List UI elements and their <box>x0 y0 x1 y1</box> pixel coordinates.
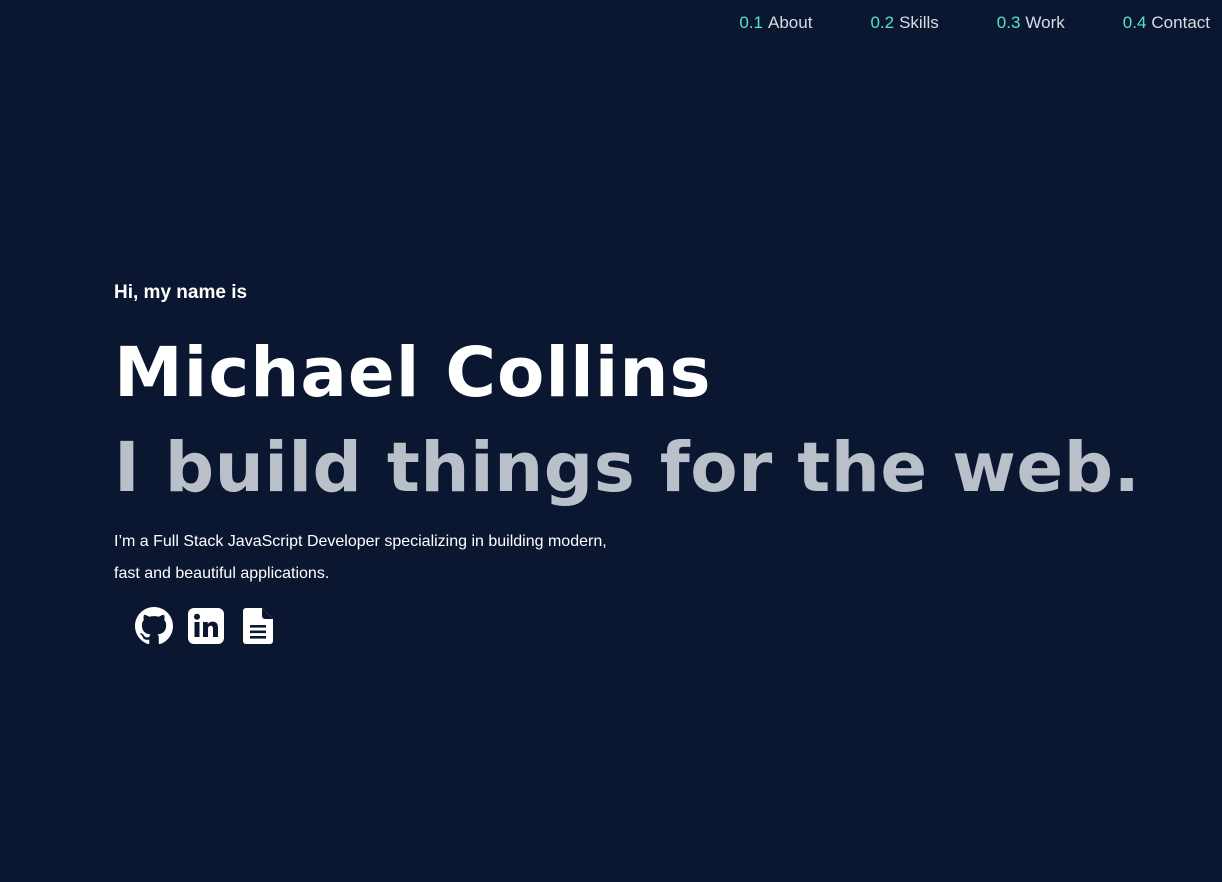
github-link[interactable] <box>134 606 174 646</box>
hero-description: I’m a Full Stack JavaScript Developer sp… <box>114 533 607 582</box>
document-icon <box>243 608 273 644</box>
nav-number: 0.3 <box>996 13 1021 32</box>
nav-label: Contact <box>1151 13 1210 32</box>
resume-link[interactable] <box>238 606 278 646</box>
nav-item-work[interactable]: 0.3 Work <box>997 12 1065 34</box>
social-links <box>134 606 1114 646</box>
nav-item-skills[interactable]: 0.2 Skills <box>870 12 938 34</box>
hero-tagline: I build things for the web. <box>114 428 1141 508</box>
hero-name: Michael Collins <box>114 333 712 413</box>
nav-number: 0.2 <box>870 13 895 32</box>
hero-section: Hi, my name is Michael Collins I build t… <box>114 279 1141 646</box>
nav-number: 0.4 <box>1122 13 1147 32</box>
github-icon <box>135 607 173 645</box>
nav-item-about[interactable]: 0.1 About <box>739 12 812 34</box>
nav-label: Skills <box>899 13 939 32</box>
nav-number: 0.1 <box>739 13 764 32</box>
nav-label: About <box>768 13 813 32</box>
main-nav: 0.1 About 0.2 Skills 0.3 Work 0.4 Contact <box>739 12 1210 34</box>
linkedin-icon <box>188 608 224 644</box>
nav-label: Work <box>1025 13 1065 32</box>
intro-text: Hi, my name is <box>114 282 248 303</box>
linkedin-link[interactable] <box>186 606 226 646</box>
nav-item-contact[interactable]: 0.4 Contact <box>1123 12 1210 34</box>
